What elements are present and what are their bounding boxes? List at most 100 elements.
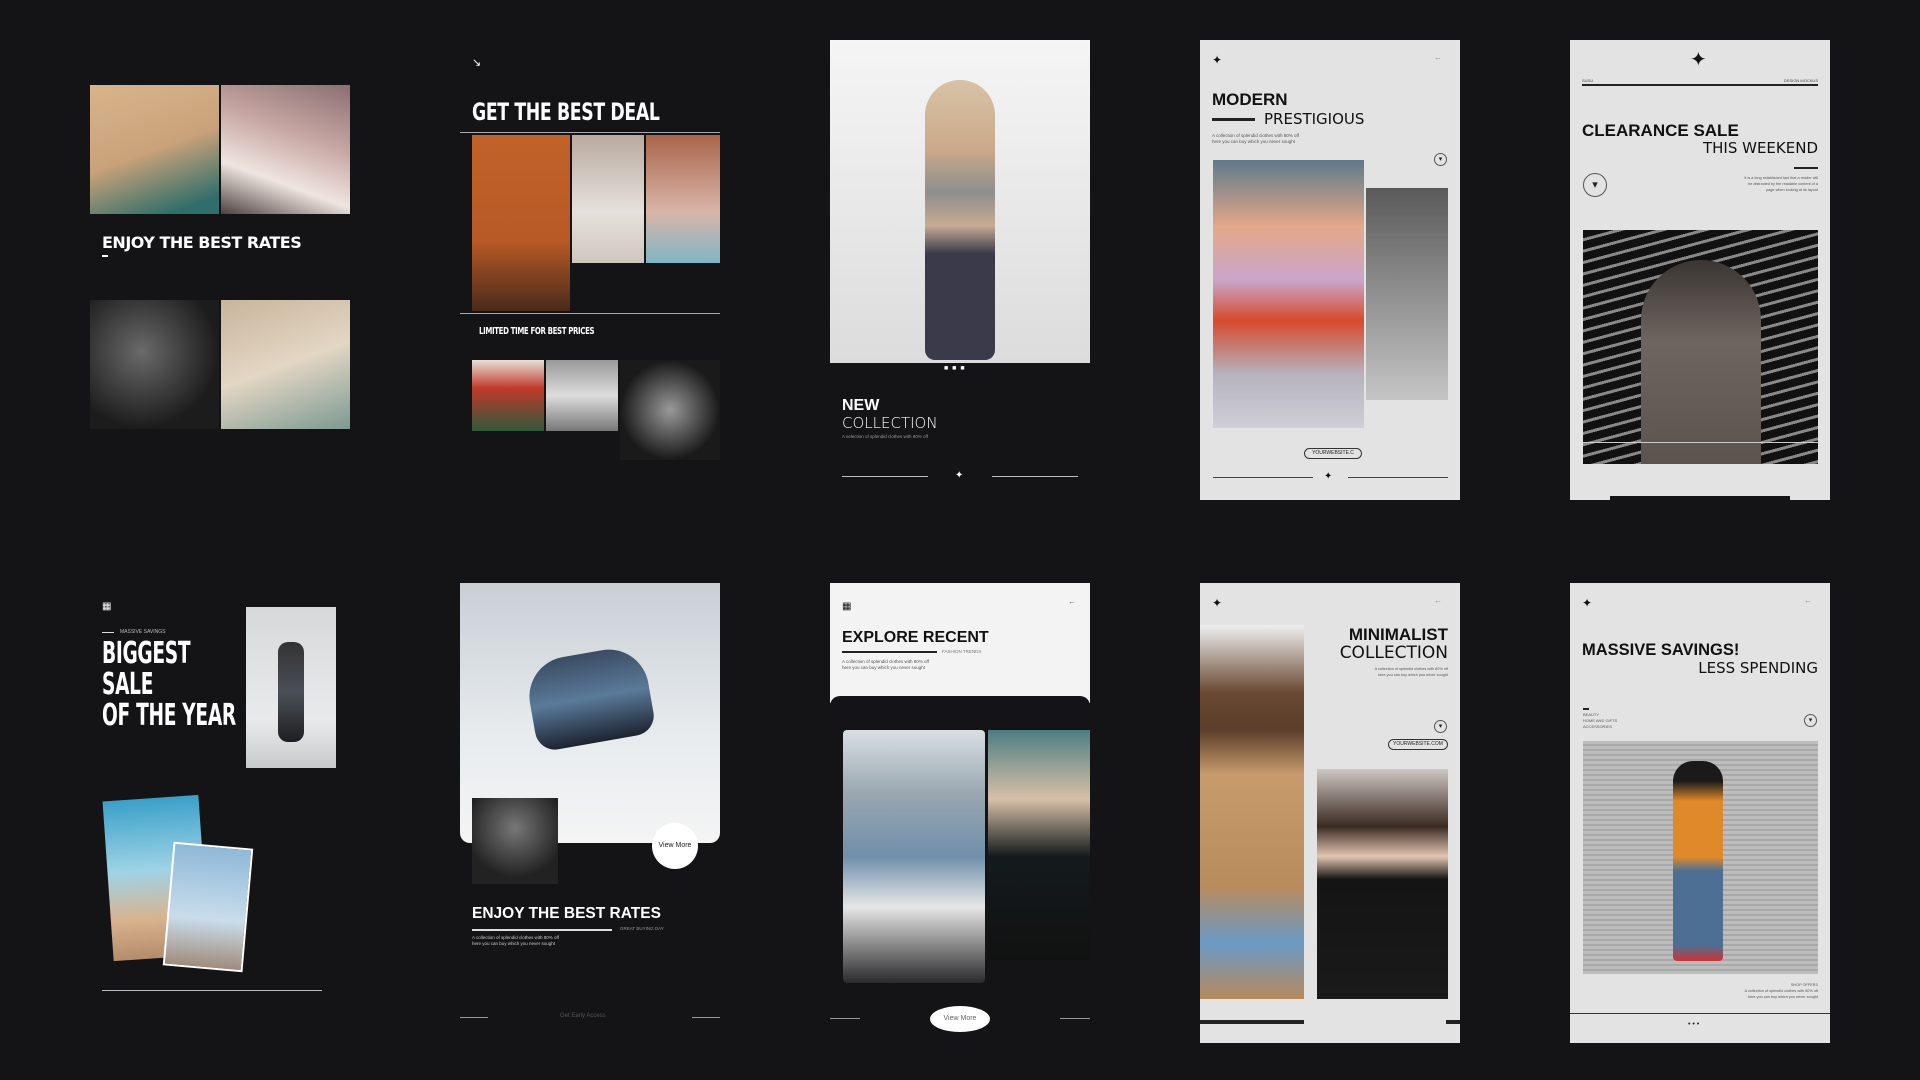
- divider: [1583, 442, 1818, 443]
- sparkle-icon: ✦: [1582, 596, 1593, 610]
- photo-woman-black-top: [1317, 769, 1448, 999]
- photo-grey-dress: [1366, 188, 1448, 400]
- title-underline: [102, 255, 108, 257]
- template-card-clearance-sale[interactable]: ✦ SUSU DESIGN MOCKUS CLEARANCE SALE THIS…: [1570, 40, 1830, 500]
- chevron-down-button[interactable]: ▾: [1434, 153, 1447, 166]
- title-bar: [1212, 118, 1255, 121]
- sparkle-icon: ✦: [1324, 471, 1333, 482]
- category-marker: [1583, 708, 1589, 710]
- template-card-explore-recent[interactable]: ▦ ← EXPLORE RECENT FASHION TRENDS A coll…: [830, 583, 1090, 1043]
- title-bold: CLEARANCE SALE: [1582, 121, 1739, 140]
- figure-shape: [278, 642, 304, 742]
- template-card-best-deal[interactable]: ↘ GET THE BEST DEAL LIMITED TIME FOR BES…: [460, 40, 720, 500]
- website-button[interactable]: YOURWEBSITE.COM: [1388, 739, 1448, 750]
- photo-golden-gate-2: [162, 841, 254, 973]
- photo-jumping-man: [246, 607, 336, 768]
- card-title: GET THE BEST DEAL: [472, 98, 660, 126]
- divider: [1570, 1013, 1830, 1014]
- desc-line-2: here you can buy which you never sought: [1747, 995, 1818, 999]
- sparkle-icon: ✦: [1212, 596, 1223, 610]
- chevron-down-button[interactable]: ▾: [1583, 173, 1607, 197]
- divider-right: [692, 1017, 720, 1018]
- divider-left: [842, 476, 928, 477]
- bottom-bar: [1610, 496, 1790, 500]
- photo-man-hat-bw: [472, 798, 558, 884]
- divider-left: [1213, 477, 1313, 478]
- photo-man-orange-tee: [1583, 741, 1818, 974]
- sparkle-icon: ✦: [1212, 53, 1223, 67]
- card-title: ENJOY THE BEST RATES: [102, 233, 302, 252]
- figure-shape: [1673, 761, 1723, 961]
- website-button[interactable]: YOURWEBSITE.C: [1304, 448, 1362, 459]
- carousel-dots[interactable]: ■ ■ ■: [944, 365, 966, 372]
- title-light: COLLECTION: [1339, 643, 1448, 663]
- photo-man-denim-jacket: [843, 730, 985, 983]
- card-description: A selection of splendid clothes with 80%…: [842, 434, 928, 439]
- title-bold: MODERN: [1212, 90, 1288, 109]
- title-bold: MASSIVE SAVINGS!: [1582, 641, 1740, 659]
- photo-woman-sunglasses: [221, 300, 350, 429]
- category-accessories[interactable]: ACCESSORIES: [1583, 724, 1612, 730]
- title-underline: [472, 929, 612, 931]
- divider: [460, 313, 720, 314]
- desc-line-2: here you can buy which you never sought: [472, 941, 556, 946]
- arrow-left-icon[interactable]: ←: [1434, 53, 1442, 62]
- chevron-down-button[interactable]: ▾: [1434, 720, 1447, 733]
- template-card-biggest-sale[interactable]: ▦ MASSIVE SAVINGS BIGGEST SALE OF THE YE…: [90, 583, 350, 1043]
- get-early-access-link[interactable]: Get Early Access: [560, 1013, 606, 1019]
- view-more-button[interactable]: View More: [930, 1006, 990, 1032]
- kicker-line: [102, 632, 114, 633]
- photo-dancer-dark: [90, 300, 219, 429]
- header-left-label: SUSU: [1582, 78, 1594, 83]
- photo-woman-teal: [988, 730, 1090, 960]
- card-subtitle: LIMITED TIME FOR BEST PRICES: [479, 326, 595, 337]
- photo-woman-brick-wall: [646, 135, 720, 263]
- grid-icon: ▦: [842, 601, 852, 612]
- figure-shape: [925, 80, 995, 360]
- photo-pink-building-car: [1213, 160, 1364, 428]
- template-card-minimalist-collection[interactable]: ✦ ← MINIMALIST COLLECTION A collection o…: [1200, 583, 1460, 1043]
- arrow-left-icon[interactable]: ←: [1434, 596, 1442, 605]
- desc-line-3: page when looking at its layout: [1766, 188, 1818, 192]
- kicker: MASSIVE SAVINGS: [120, 629, 166, 635]
- template-card-new-collection[interactable]: ■ ■ ■ NEW COLLECTION A selection of sple…: [830, 40, 1090, 500]
- title-light: COLLECTION: [842, 414, 938, 432]
- photo-woman-crop-top: [830, 40, 1090, 363]
- figure-shape: [523, 643, 657, 753]
- desc-line-2: here you can buy which you never sought: [1377, 673, 1448, 677]
- chevron-down-button[interactable]: ▾: [1804, 714, 1817, 727]
- title-line-1: BIGGEST: [102, 636, 191, 671]
- divider: [102, 990, 322, 991]
- photo-woman-white-shirt: [90, 85, 219, 214]
- divider-right: [1348, 477, 1448, 478]
- photo-orange-dancer: [472, 135, 570, 311]
- grid-icon: ▦: [102, 601, 112, 612]
- photo-hoodie-woman: [1583, 230, 1818, 464]
- template-card-modern-prestigious[interactable]: ✦ ← MODERN PRESTIGIOUS A collection of s…: [1200, 40, 1460, 500]
- sparkle-icon: ✦: [955, 470, 964, 481]
- divider: [460, 132, 720, 133]
- photo-red-beanie: [472, 360, 544, 431]
- title-light: LESS SPENDING: [1698, 659, 1818, 677]
- tagline: GREAT BUYING DAY: [620, 926, 664, 931]
- progress-bar-left: [1200, 1020, 1304, 1024]
- template-card-massive-savings[interactable]: ✦ ← MASSIVE SAVINGS! LESS SPENDING BEAUT…: [1570, 583, 1830, 1043]
- arrow-left-icon[interactable]: ←: [1068, 597, 1076, 606]
- desc-line-2: here you can buy which you never sought: [1212, 139, 1296, 144]
- title-underline: [842, 651, 937, 653]
- view-more-button[interactable]: View More: [652, 823, 698, 869]
- title-light: PRESTIGIOUS: [1264, 110, 1365, 128]
- title-line-3: OF THE YEAR: [102, 698, 236, 733]
- arrow-left-icon[interactable]: ←: [1804, 596, 1812, 605]
- photo-woman-white-back: [572, 135, 644, 263]
- pagination-dots[interactable]: • • •: [1688, 1021, 1699, 1028]
- title-light: THIS WEEKEND: [1702, 139, 1818, 157]
- progress-bar-right: [1446, 1020, 1460, 1024]
- card-title: EXPLORE RECENT: [842, 629, 989, 646]
- sparkle-icon: ✦: [1690, 49, 1707, 71]
- desc-line-2: here you can buy which you never sought: [842, 665, 926, 670]
- photo-woman-white-dress: [221, 85, 350, 214]
- template-card-enjoy-best-rates-2[interactable]: View More ENJOY THE BEST RATES GREAT BUY…: [460, 583, 720, 1043]
- template-card-enjoy-best-rates[interactable]: ENJOY THE BEST RATES: [90, 40, 350, 500]
- arrow-down-right-icon: ↘: [472, 57, 482, 69]
